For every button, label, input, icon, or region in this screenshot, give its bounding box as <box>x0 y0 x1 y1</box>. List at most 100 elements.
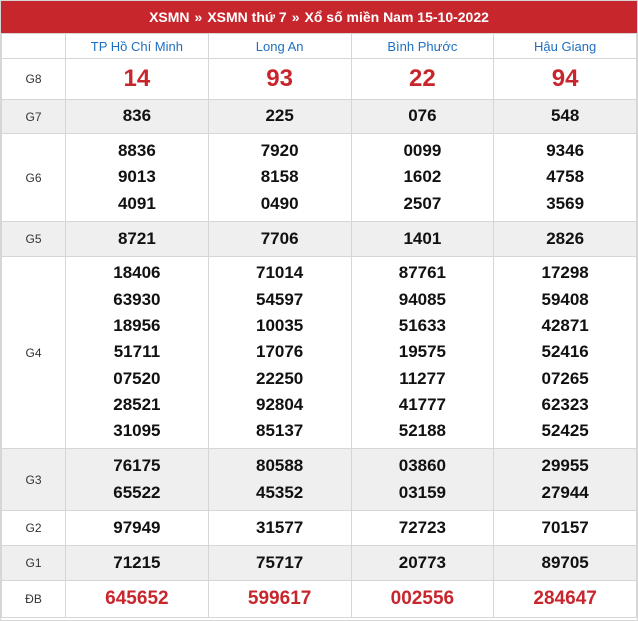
prize-number: 03860 <box>398 456 447 476</box>
prize-number: 8158 <box>260 167 299 187</box>
breadcrumb-link-xsmn-thu7[interactable]: XSMN thứ 7 <box>207 9 286 25</box>
breadcrumb-link-current-date[interactable]: Xổ số miền Nam 15-10-2022 <box>305 9 489 25</box>
prize-number: 22 <box>409 64 436 92</box>
prize-number: 65522 <box>113 482 161 502</box>
province-header-row: TP Hồ Chí Minh Long An Bình Phước Hậu Gi… <box>1 33 637 59</box>
prize-number: 93 <box>266 64 293 92</box>
prize-label: G8 <box>1 58 66 100</box>
prize-number: 8836 <box>117 141 156 161</box>
prize-number: 225 <box>265 106 294 126</box>
prize-number: 51711 <box>113 342 161 362</box>
prize-number: 22250 <box>255 368 304 388</box>
prize-number: 002556 <box>390 587 455 609</box>
prize-cell: 2826 <box>493 221 637 257</box>
prize-number: 10035 <box>255 316 304 336</box>
prize-number: 7920 <box>260 141 299 161</box>
prize-number: 59408 <box>541 289 589 309</box>
prize-cell: 76175 65522 <box>65 448 209 511</box>
prize-label: G3 <box>1 448 66 511</box>
breadcrumb-link-xsmn[interactable]: XSMN <box>149 9 189 25</box>
prize-number: 52425 <box>541 421 589 441</box>
prize-number: 54597 <box>255 289 304 309</box>
prize-number: 17298 <box>541 263 589 283</box>
prize-cell: 284647 <box>493 580 637 618</box>
prize-number: 80588 <box>255 456 304 476</box>
prize-number: 41777 <box>398 394 447 414</box>
prize-number: 14 <box>123 64 151 92</box>
results-panel: XSMN » XSMN thứ 7 » Xổ số miền Nam 15-10… <box>0 0 638 621</box>
prize-number: 9346 <box>546 141 585 161</box>
province-link[interactable]: Bình Phước <box>387 39 457 54</box>
prize-number: 1401 <box>403 228 442 248</box>
prize-row: G3 76175 65522 80588 45352 03860 03159 29955 279… <box>1 448 637 511</box>
prize-number: 28521 <box>113 394 161 414</box>
prize-number: 4091 <box>117 193 156 213</box>
province-link[interactable]: Hậu Giang <box>534 39 596 54</box>
prize-cell: 31577 <box>207 510 352 546</box>
prize-cell: 548 <box>493 99 637 134</box>
prize-number: 18406 <box>113 263 161 283</box>
prize-cell: 7706 <box>207 221 352 257</box>
prize-label: G6 <box>1 133 66 222</box>
prize-number: 51633 <box>398 316 447 336</box>
prize-cell: 29955 27944 <box>493 448 637 511</box>
prize-cell: 17298 59408 42871 52416 07265 62323 52425 <box>493 256 637 449</box>
prize-number: 71014 <box>255 263 304 283</box>
prize-row: G8 14 93 22 94 <box>1 58 637 100</box>
province-header[interactable]: Bình Phước <box>350 33 495 59</box>
prize-cell: 076 <box>350 99 495 134</box>
prize-label: ĐB <box>1 580 66 618</box>
prize-number: 0099 <box>403 141 442 161</box>
prize-cell: 75717 <box>207 545 352 581</box>
prize-cell: 1401 <box>350 221 495 257</box>
prize-row: G6 8836 9013 4091 7920 8158 0490 0099 1602 2507 93… <box>1 133 637 222</box>
prize-number: 45352 <box>255 482 304 502</box>
prize-cell: 80588 45352 <box>207 448 352 511</box>
prize-number: 62323 <box>541 394 589 414</box>
prize-number: 19575 <box>398 342 447 362</box>
prize-number: 548 <box>550 106 580 126</box>
prize-row: G7 836 225 076 548 <box>1 99 637 134</box>
prize-cell: 71014 54597 10035 17076 22250 92804 85137 <box>207 256 352 449</box>
prize-number: 85137 <box>255 421 304 441</box>
prize-label: G5 <box>1 221 66 257</box>
prize-number: 7706 <box>260 228 299 248</box>
province-link[interactable]: TP Hồ Chí Minh <box>91 39 183 54</box>
prize-number: 8721 <box>117 228 156 248</box>
prize-cell: 94 <box>493 58 637 100</box>
breadcrumb-separator: » <box>194 9 203 25</box>
prize-cell: 89705 <box>493 545 637 581</box>
prize-cell: 836 <box>65 99 209 134</box>
prize-cell: 645652 <box>65 580 209 618</box>
province-header[interactable]: Long An <box>207 33 352 59</box>
prize-number: 20773 <box>398 552 447 572</box>
prize-cell: 9346 4758 3569 <box>493 133 637 222</box>
corner-cell <box>1 33 66 59</box>
province-header[interactable]: TP Hồ Chí Minh <box>65 33 209 59</box>
prize-number: 9013 <box>117 167 156 187</box>
prize-cell: 22 <box>350 58 495 100</box>
prize-cell: 18406 63930 18956 51711 07520 28521 31095 <box>65 256 209 449</box>
prize-cell: 70157 <box>493 510 637 546</box>
prize-label: G4 <box>1 256 66 449</box>
province-header[interactable]: Hậu Giang <box>493 33 637 59</box>
prize-number: 31577 <box>255 517 304 537</box>
prize-number: 11277 <box>399 368 446 388</box>
prize-number: 0490 <box>260 193 299 213</box>
prize-number: 70157 <box>541 517 589 537</box>
prize-number: 42871 <box>541 316 589 336</box>
prize-number: 2826 <box>546 228 585 248</box>
prize-number: 97949 <box>113 517 161 537</box>
prize-number: 2507 <box>403 193 442 213</box>
prize-label: G1 <box>1 545 66 581</box>
prize-cell: 20773 <box>350 545 495 581</box>
prize-number: 1602 <box>403 167 442 187</box>
prize-number: 3569 <box>546 193 585 213</box>
prize-number: 645652 <box>105 587 169 609</box>
prize-number: 17076 <box>255 342 304 362</box>
prize-number: 76175 <box>113 456 161 476</box>
results-table: TP Hồ Chí Minh Long An Bình Phước Hậu Gi… <box>1 33 637 618</box>
province-link[interactable]: Long An <box>256 39 304 54</box>
prize-row: G1 71215 75717 20773 89705 <box>1 545 637 581</box>
prize-number: 71215 <box>113 552 161 572</box>
